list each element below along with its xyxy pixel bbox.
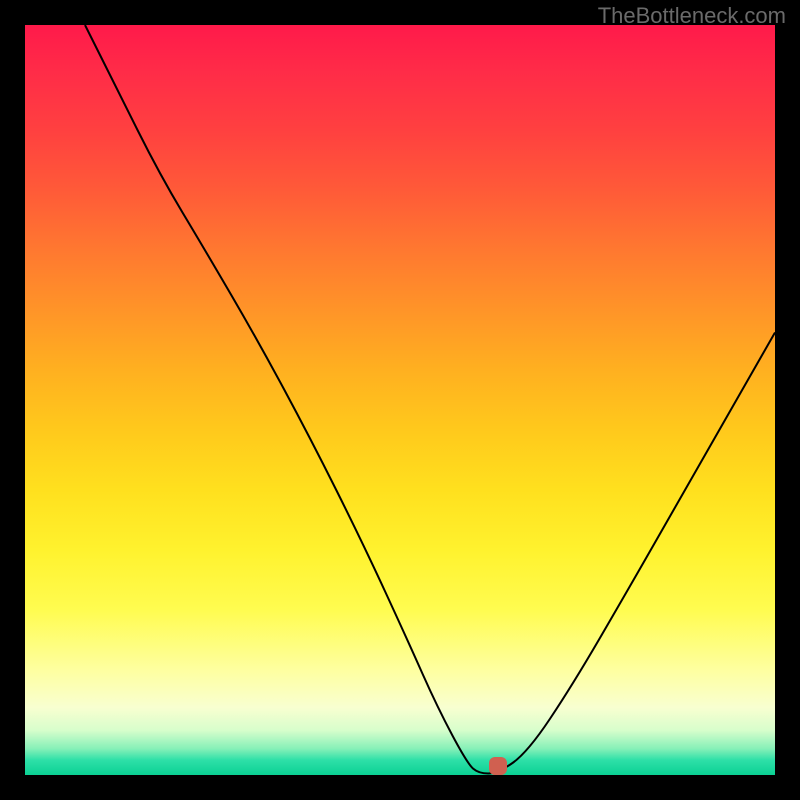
optimum-marker (489, 757, 507, 775)
curve-svg (25, 25, 775, 775)
attribution-text: TheBottleneck.com (598, 3, 786, 29)
plot-area (25, 25, 775, 775)
bottleneck-curve-path (85, 25, 775, 774)
